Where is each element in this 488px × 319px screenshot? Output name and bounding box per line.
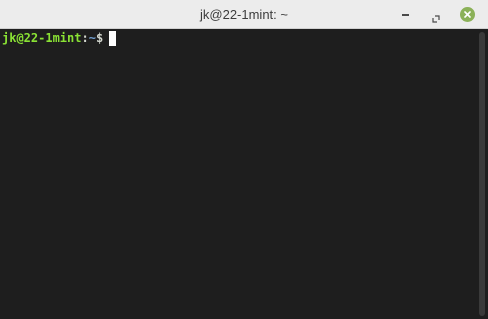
vertical-scrollbar[interactable] (476, 29, 488, 319)
minimize-icon (401, 14, 409, 16)
prompt-symbol: $ (95, 31, 104, 45)
title-bar[interactable]: jk@22-1mint: ~ (0, 0, 488, 29)
prompt-line: jk@22-1mint: ~ $ (2, 29, 476, 47)
prompt-user-host: jk@22-1mint (2, 31, 82, 45)
prompt-separator: : (81, 31, 89, 45)
close-icon (459, 6, 475, 22)
prompt-path: ~ (88, 31, 96, 45)
terminal-window: jk@22-1mint: ~ jk@22-1mint: ~ $ (0, 0, 488, 319)
window-title: jk@22-1mint: ~ (200, 7, 288, 22)
maximize-button[interactable] (427, 5, 445, 23)
terminal-area[interactable]: jk@22-1mint: ~ $ (0, 29, 476, 319)
minimize-button[interactable] (396, 5, 414, 23)
text-cursor (109, 30, 117, 46)
scrollbar-thumb[interactable] (479, 32, 485, 316)
restore-icon (432, 10, 440, 23)
close-button[interactable] (458, 5, 476, 23)
